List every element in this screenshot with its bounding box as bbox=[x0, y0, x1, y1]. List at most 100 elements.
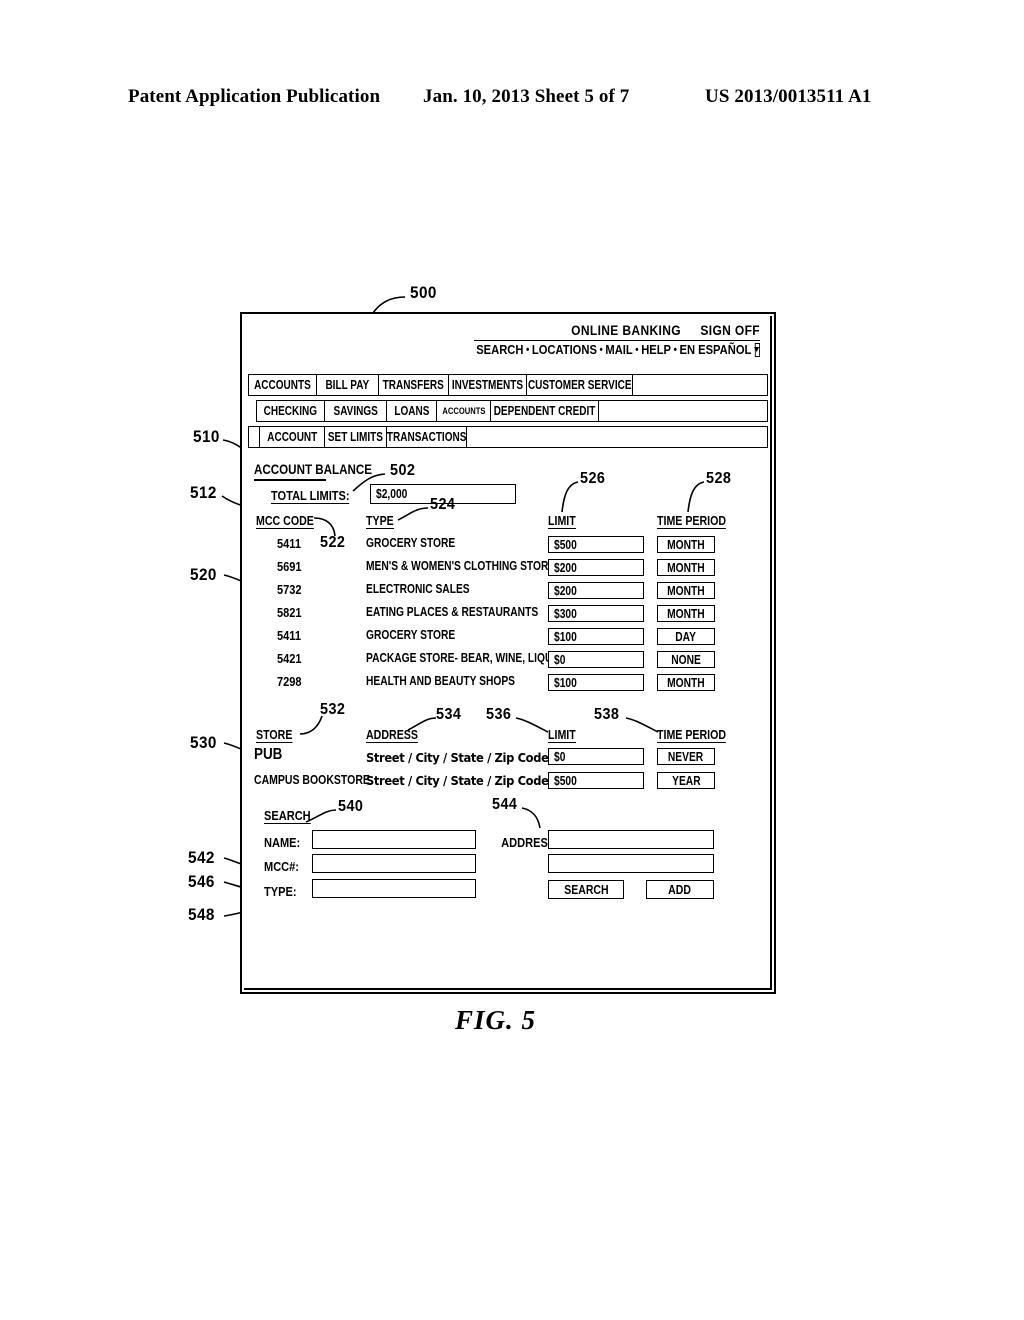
total-limits-value: $2,000 bbox=[376, 487, 408, 501]
tab-transactions[interactable]: TRANSACTIONS bbox=[387, 427, 467, 447]
top-nav-divider bbox=[474, 340, 760, 341]
ref-502: 502 bbox=[390, 462, 416, 479]
type-input[interactable] bbox=[312, 879, 476, 898]
table-row: 5732 ELECTRONIC SALES $200 MONTH bbox=[242, 582, 774, 605]
mcc-code-value: 5411 bbox=[277, 536, 301, 551]
ref-536: 536 bbox=[486, 706, 512, 723]
tab-accounts-sub[interactable]: ACCOUNTS bbox=[437, 401, 491, 421]
mcc-code-value: 5411 bbox=[277, 628, 301, 643]
tab-checking[interactable]: CHECKING bbox=[257, 401, 325, 421]
mcc-code-value: 5821 bbox=[277, 605, 302, 620]
tab-customer-service[interactable]: CUSTOMER SERVICE bbox=[527, 375, 633, 395]
table-row: 5421 PACKAGE STORE- BEAR, WINE, LIQUOR $… bbox=[242, 651, 774, 674]
mcc-period-select[interactable]: MONTH bbox=[657, 536, 715, 553]
tab-label: SET LIMITS bbox=[328, 430, 383, 444]
leader-528 bbox=[687, 481, 705, 513]
ref-530: 530 bbox=[190, 733, 217, 752]
tab-label: SAVINGS bbox=[333, 404, 378, 418]
tab-label: LOANS bbox=[394, 404, 429, 418]
mcc-period-select[interactable]: DAY bbox=[657, 628, 715, 645]
mcc-limit-input[interactable]: $200 bbox=[548, 559, 644, 576]
publication-label: Patent Application Publication bbox=[128, 86, 381, 107]
mcc-period-value: MONTH bbox=[667, 560, 705, 575]
address-input-secondary[interactable] bbox=[548, 854, 714, 873]
store-address-value: Street / City / State / Zip Code bbox=[366, 750, 549, 765]
table-row: 5691 MEN'S & WOMEN'S CLOTHING STORE $200… bbox=[242, 559, 774, 582]
tab-savings[interactable]: SAVINGS bbox=[325, 401, 387, 421]
mcc-period-value: MONTH bbox=[667, 606, 705, 621]
store-limit-input[interactable]: $500 bbox=[548, 772, 644, 789]
mcc-period-select[interactable]: MONTH bbox=[657, 559, 715, 576]
leader-536 bbox=[515, 717, 549, 733]
tab-set-limits[interactable]: SET LIMITS bbox=[325, 427, 387, 447]
header-limit: LIMIT bbox=[548, 514, 576, 529]
header-store-address: ADDRESS bbox=[366, 728, 418, 743]
tertiary-tab-bar: ACCOUNT SET LIMITS TRANSACTIONS bbox=[248, 426, 768, 448]
ref-520: 520 bbox=[190, 565, 217, 584]
mcc-period-select[interactable]: MONTH bbox=[657, 582, 715, 599]
publication-date-sheet: Jan. 10, 2013 Sheet 5 of 7 bbox=[423, 86, 630, 107]
mcc-limit-input[interactable]: $100 bbox=[548, 628, 644, 645]
tab-accounts[interactable]: ACCOUNTS bbox=[249, 375, 317, 395]
mcc-period-select[interactable]: NONE bbox=[657, 651, 715, 668]
mcc-number-input[interactable] bbox=[312, 854, 476, 873]
mcc-period-select[interactable]: MONTH bbox=[657, 605, 715, 622]
header-store-limit: LIMIT bbox=[548, 728, 576, 743]
link-search[interactable]: SEARCH bbox=[476, 342, 523, 357]
link-locations[interactable]: LOCATIONS bbox=[532, 342, 597, 357]
link-en-espanol[interactable]: EN ESPAÑOL bbox=[679, 342, 751, 357]
tab-loans[interactable]: LOANS bbox=[387, 401, 437, 421]
name-field-label: NAME: bbox=[264, 835, 301, 850]
secondary-tab-filler bbox=[599, 401, 767, 421]
table-row: 5411 GROCERY STORE $100 DAY bbox=[242, 628, 774, 651]
tab-investments[interactable]: INVESTMENTS bbox=[449, 375, 527, 395]
store-period-select[interactable]: NEVER bbox=[657, 748, 715, 765]
mcc-code-value: 5732 bbox=[277, 582, 302, 597]
mcc-period-select[interactable]: MONTH bbox=[657, 674, 715, 691]
address-input[interactable] bbox=[548, 830, 714, 849]
dropdown-caret-icon[interactable] bbox=[754, 342, 760, 357]
tab-label: INVESTMENTS bbox=[451, 378, 524, 392]
mcc-period-value: MONTH bbox=[667, 675, 705, 690]
header-store: STORE bbox=[256, 728, 293, 743]
mcc-code-value: 5691 bbox=[277, 559, 302, 574]
store-period-value: NEVER bbox=[668, 749, 704, 764]
tab-label: TRANSFERS bbox=[382, 378, 445, 392]
tab-dependent-credit[interactable]: DEPENDENT CREDIT bbox=[491, 401, 599, 421]
store-period-select[interactable]: YEAR bbox=[657, 772, 715, 789]
sign-off-link[interactable]: SIGN OFF bbox=[700, 322, 760, 338]
tab-bill-pay[interactable]: BILL PAY bbox=[317, 375, 379, 395]
link-help[interactable]: HELP bbox=[641, 342, 671, 357]
mcc-period-value: MONTH bbox=[667, 583, 705, 598]
mcc-limit-input[interactable]: $100 bbox=[548, 674, 644, 691]
link-mail[interactable]: MAIL bbox=[605, 342, 632, 357]
tab-label: DEPENDENT CREDIT bbox=[493, 404, 596, 418]
ref-500: 500 bbox=[410, 283, 437, 302]
mcc-limit-input[interactable]: $300 bbox=[548, 605, 644, 622]
tab-account[interactable]: ACCOUNT bbox=[259, 427, 325, 447]
add-button[interactable]: ADD bbox=[646, 880, 714, 899]
mcc-limit-value: $100 bbox=[554, 629, 577, 644]
mcc-limit-input[interactable]: $200 bbox=[548, 582, 644, 599]
search-button[interactable]: SEARCH bbox=[548, 880, 624, 899]
tab-transfers[interactable]: TRANSFERS bbox=[379, 375, 449, 395]
store-limit-input[interactable]: $0 bbox=[548, 748, 644, 765]
leader-544 bbox=[521, 807, 541, 829]
store-limit-value: $500 bbox=[554, 773, 577, 788]
tab-label: TRANSACTIONS bbox=[386, 430, 467, 444]
ref-512: 512 bbox=[190, 483, 217, 502]
mcc-limit-input[interactable]: $500 bbox=[548, 536, 644, 553]
mcc-number-field-label: MCC#: bbox=[264, 859, 299, 874]
name-input[interactable] bbox=[312, 830, 476, 849]
store-name-value: CAMPUS BOOKSTORE bbox=[254, 773, 370, 787]
mcc-period-value: MONTH bbox=[667, 537, 705, 552]
mcc-code-value: 5421 bbox=[277, 651, 302, 666]
secondary-tab-bar: CHECKING SAVINGS LOANS ACCOUNTS DEPENDEN… bbox=[256, 400, 768, 422]
mcc-limit-value: $500 bbox=[554, 537, 577, 552]
ref-528: 528 bbox=[706, 470, 732, 487]
account-balance-rule bbox=[254, 479, 326, 481]
tab-label: ACCOUNTS bbox=[254, 378, 311, 392]
primary-tab-filler bbox=[633, 375, 767, 395]
ref-542: 542 bbox=[188, 848, 215, 867]
mcc-limit-input[interactable]: $0 bbox=[548, 651, 644, 668]
